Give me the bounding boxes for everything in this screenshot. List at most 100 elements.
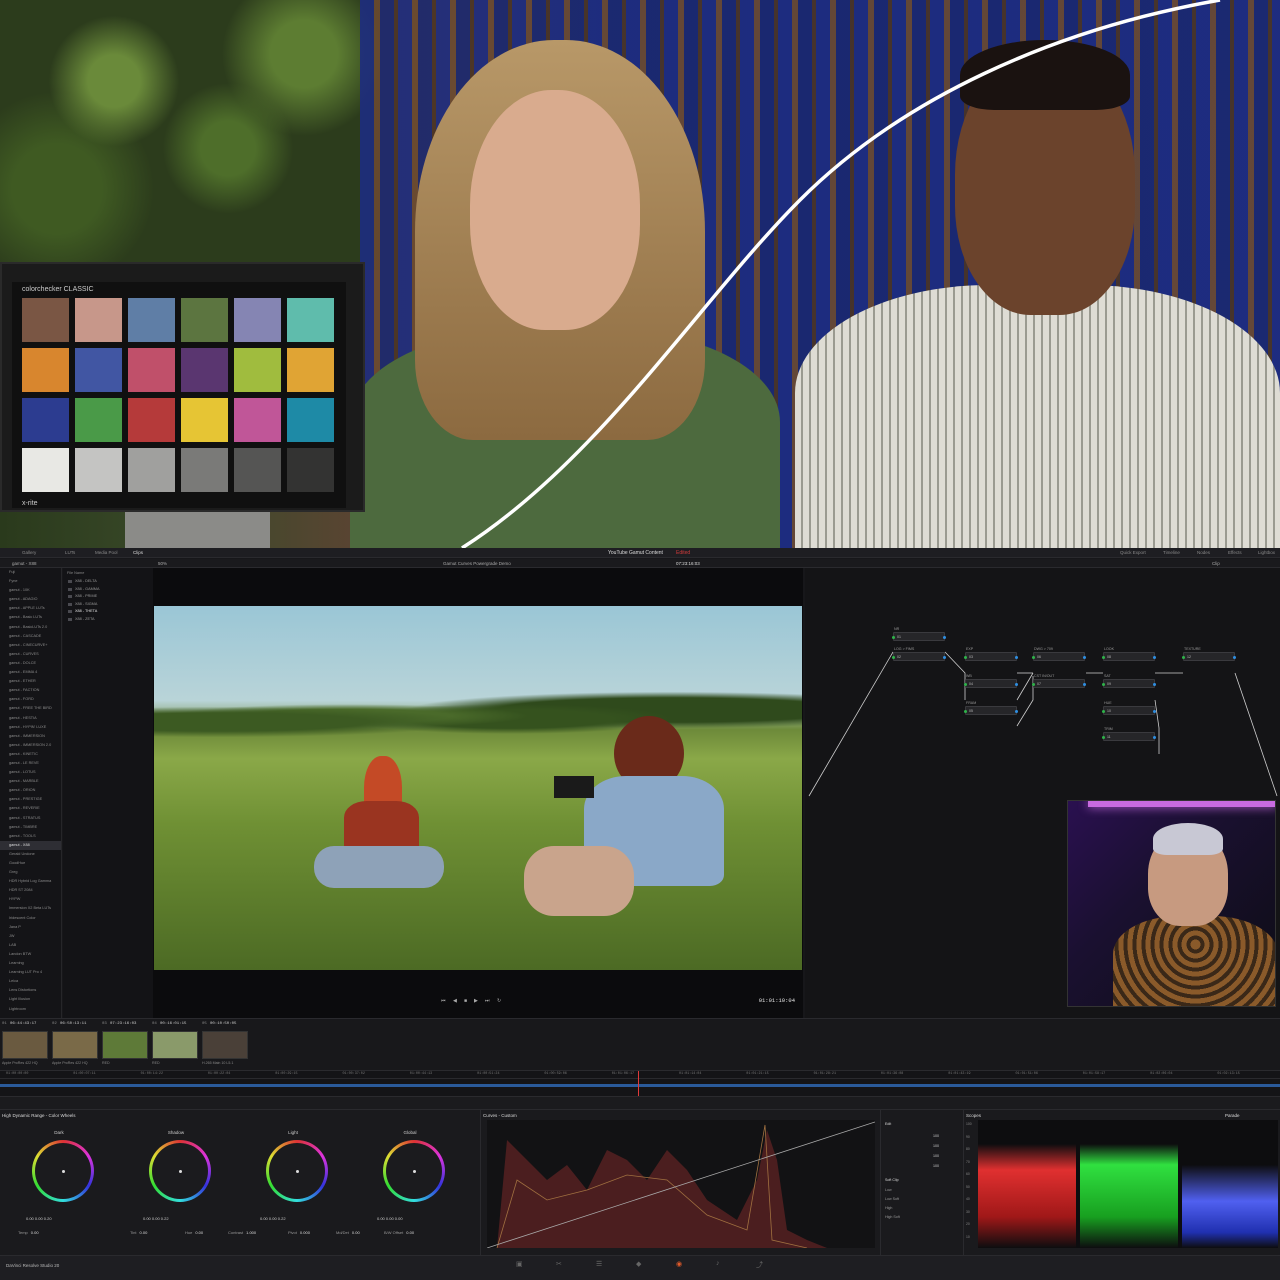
lut-folder-item[interactable]: gamut - Basic LUTs <box>0 613 61 622</box>
color-node[interactable]: NR 01 <box>892 627 946 641</box>
color-wheel[interactable] <box>32 1140 94 1202</box>
lut-folder-item[interactable]: gamut - STRATUS <box>0 814 61 823</box>
lightbox-button[interactable]: Lightbox <box>1258 550 1275 555</box>
param-value[interactable]: 0.00 <box>140 1230 148 1235</box>
lut-folder-item[interactable]: gamut - CINECURVE+ <box>0 641 61 650</box>
lut-folder-item[interactable]: Learning <box>0 959 61 968</box>
wheel-values[interactable]: 0.00 0.00 0.22 <box>143 1216 223 1221</box>
color-node[interactable]: LOOK 08 <box>1102 647 1156 661</box>
edit-value-4[interactable]: 100 <box>933 1164 939 1168</box>
loop-icon[interactable]: ↻ <box>497 998 501 1004</box>
param-value[interactable]: 1.000 <box>246 1230 256 1235</box>
gallery-tab[interactable]: Gallery <box>22 550 36 555</box>
lut-folder-item[interactable]: gamut - CASCADE <box>0 632 61 641</box>
lut-folder-item[interactable]: gamut - 10K <box>0 586 61 595</box>
scope-mode-select[interactable]: Parade <box>1225 1113 1240 1118</box>
lut-folder-item[interactable]: gamut - EMMA 4 <box>0 668 61 677</box>
luts-tab[interactable]: LUTs <box>65 550 75 555</box>
lut-folder-item[interactable]: gamut - IMMERSION 2.0 <box>0 741 61 750</box>
lut-file-item[interactable]: X88 - DELTA <box>63 578 153 586</box>
clips-tab[interactable]: Clips <box>133 550 143 555</box>
edit-value-2[interactable]: 100 <box>933 1144 939 1148</box>
media-page-icon[interactable]: ▣ <box>516 1260 523 1268</box>
lut-folder-item[interactable]: GoodHue <box>0 859 61 868</box>
node-mode-select[interactable]: Clip <box>1212 561 1220 566</box>
lut-folder-item[interactable]: Jana P <box>0 923 61 932</box>
lut-file-item[interactable]: X88 - GAMMA <box>63 586 153 594</box>
lut-folder-item[interactable]: gamut - HYPIN' LUXE <box>0 723 61 732</box>
lut-file-item[interactable]: X88 - ZETA <box>63 616 153 624</box>
lut-folder-item[interactable]: gamut - FREE THE BIRD <box>0 704 61 713</box>
clip-thumbnail[interactable] <box>202 1031 248 1059</box>
playhead[interactable] <box>638 1071 639 1097</box>
clip-thumbnail[interactable] <box>102 1031 148 1059</box>
viewer[interactable]: ⏮ ◀ ■ ▶ ⏭ ↻ 01:01:10:04 <box>153 568 803 1018</box>
color-node[interactable]: FRAM 05 <box>964 701 1018 715</box>
color-wheel[interactable] <box>266 1140 328 1202</box>
lut-folder-item[interactable]: gamut - REVERIE <box>0 804 61 813</box>
param-temp[interactable]: Temp 0.00 <box>18 1230 39 1235</box>
lut-folder-item[interactable]: Fuji <box>0 568 61 577</box>
lut-folder-item[interactable]: gamut - IMMERSION <box>0 732 61 741</box>
skip-forward-icon[interactable]: ⏭ <box>485 998 490 1004</box>
param-md-det[interactable]: Md/Det 0.00 <box>336 1230 360 1235</box>
color-node[interactable]: TRIM 11 <box>1102 727 1156 741</box>
lut-folder-item[interactable]: HDR ST 2084 <box>0 886 61 895</box>
play-reverse-icon[interactable]: ◀ <box>453 998 457 1004</box>
color-wheel[interactable] <box>383 1140 445 1202</box>
wheel-values[interactable]: 0.00 0.00 0.20 <box>26 1216 106 1221</box>
lut-folder-item[interactable]: Light Illusion <box>0 995 61 1004</box>
lut-folder-item[interactable]: JW <box>0 932 61 941</box>
param-value[interactable]: 0.00 <box>31 1230 39 1235</box>
param-b-w-offset[interactable]: B/W Offset 0.00 <box>384 1230 414 1235</box>
fairlight-page-icon[interactable]: ♪ <box>716 1260 720 1267</box>
play-icon[interactable]: ▶ <box>474 998 478 1004</box>
lut-folder-item[interactable]: gamut - BasicLUTs 2.0 <box>0 623 61 632</box>
param-contrast[interactable]: Contrast 1.000 <box>228 1230 256 1235</box>
cut-page-icon[interactable]: ✂ <box>556 1260 562 1268</box>
curve-editor[interactable] <box>486 1120 876 1249</box>
lut-folder-item[interactable]: gamut - FACTION <box>0 686 61 695</box>
color-node[interactable]: CST IN/OUT 07 <box>1032 674 1086 688</box>
lut-file-item[interactable]: X88 - SIGMA <box>63 601 153 609</box>
lut-folder-item[interactable]: gamut - X88 <box>0 840 61 850</box>
lut-folder-item[interactable]: gamut - DOLCE <box>0 659 61 668</box>
wheel-values[interactable]: 0.00 0.00 0.00 <box>377 1216 457 1221</box>
param-pivot[interactable]: Pivot 0.000 <box>288 1230 310 1235</box>
clip-thumbnail[interactable] <box>52 1031 98 1059</box>
color-node[interactable]: DWG > 709 06 <box>1032 647 1086 661</box>
lut-folder-item[interactable]: gamut - TOOLS <box>0 832 61 841</box>
param-value[interactable]: 0.000 <box>300 1230 310 1235</box>
lut-file-item[interactable]: X88 - PRIME <box>63 593 153 601</box>
lut-folder-item[interactable]: gamut - FORD <box>0 695 61 704</box>
fusion-page-icon[interactable]: ◆ <box>636 1260 641 1268</box>
deliver-page-icon[interactable]: ⤴ <box>756 1260 763 1270</box>
color-page-icon[interactable]: ◉ <box>676 1260 682 1268</box>
nodes-button[interactable]: Nodes <box>1197 550 1210 555</box>
lut-folder-item[interactable]: gamut - LE REVE <box>0 759 61 768</box>
color-node[interactable]: HUE 10 <box>1102 701 1156 715</box>
lut-folder-item[interactable]: gamut - ETHER <box>0 677 61 686</box>
lut-folder-item[interactable]: gamut - TIMBRE <box>0 823 61 832</box>
effects-button[interactable]: Effects <box>1228 550 1242 555</box>
mini-timeline[interactable]: 01:00:00:00 01:00:07:11 01:00:14:22 01:00:2… <box>0 1070 1280 1097</box>
quick-export-button[interactable]: Quick Export <box>1120 550 1146 555</box>
color-node[interactable]: TEXTURE 12 <box>1182 647 1236 661</box>
lut-folder-item[interactable]: gamut - PRESTIGE <box>0 795 61 804</box>
edit-page-icon[interactable]: ☰ <box>596 1260 602 1268</box>
lut-folder-item[interactable]: gamut - MARBLE <box>0 777 61 786</box>
color-wheel[interactable] <box>149 1140 211 1202</box>
timeline-button[interactable]: Timeline <box>1163 550 1180 555</box>
param-value[interactable]: 0.00 <box>352 1230 360 1235</box>
param-value[interactable]: 0.00 <box>406 1230 414 1235</box>
skip-back-icon[interactable]: ⏮ <box>441 998 446 1004</box>
lut-folder-item[interactable]: HYPW <box>0 895 61 904</box>
zoom-level[interactable]: 50% <box>158 561 167 566</box>
lut-folder-item[interactable]: Immersion X2 Beta LUTs <box>0 904 61 913</box>
lut-folder-item[interactable]: LAB <box>0 941 61 950</box>
param-value[interactable]: 0.00 <box>195 1230 203 1235</box>
param-hue[interactable]: Hue 0.00 <box>185 1230 203 1235</box>
lut-folder-item[interactable]: gamut - HESTIA <box>0 714 61 723</box>
lut-folder-item[interactable]: Learning LUT Pro 4 <box>0 968 61 977</box>
lut-folder-item[interactable]: gamut - LOTUS <box>0 768 61 777</box>
